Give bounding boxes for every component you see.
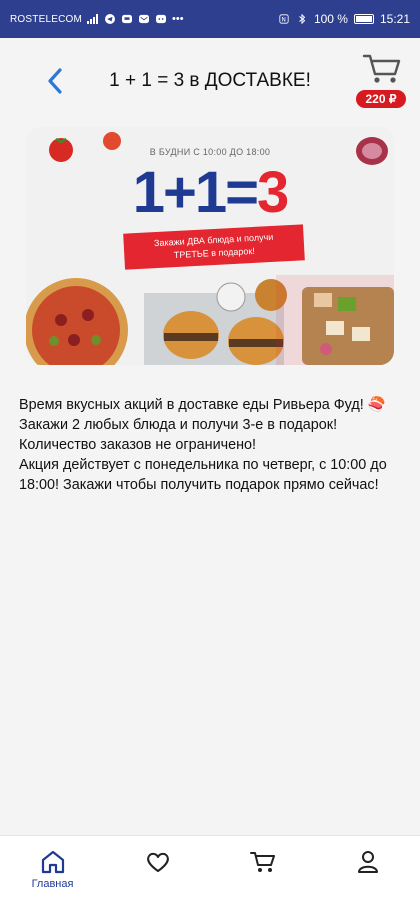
nfc-icon: N bbox=[279, 14, 289, 24]
status-left: ROSTELECOM ••• bbox=[10, 13, 184, 25]
messenger-icon bbox=[122, 14, 133, 24]
promo-banner[interactable]: В БУДНИ С 10:00 ДО 18:00 1+1=3 Закажи ДВ… bbox=[26, 127, 394, 365]
nav-favorites[interactable] bbox=[105, 836, 210, 900]
more-dots-icon: ••• bbox=[172, 13, 184, 25]
nav-home-label: Главная bbox=[31, 878, 74, 890]
cart-icon bbox=[362, 54, 401, 83]
cart-icon bbox=[249, 852, 275, 872]
user-icon bbox=[357, 851, 378, 873]
carrier-name: ROSTELECOM bbox=[10, 13, 83, 25]
bottom-nav: Главная bbox=[0, 835, 420, 900]
banner-headline-right: 3 bbox=[257, 160, 289, 225]
clock: 15:21 bbox=[379, 12, 410, 26]
description-line: Акция действует с понедельника по четвер… bbox=[19, 457, 387, 493]
status-right: N 100 % 15:21 bbox=[278, 12, 410, 26]
nav-cart[interactable] bbox=[210, 836, 315, 900]
description-line: Количество заказов не ограничено! bbox=[19, 437, 257, 453]
food-illustration bbox=[26, 275, 394, 365]
chevron-left-icon bbox=[48, 68, 62, 94]
status-bar: ROSTELECOM ••• N 100 % 15:21 bbox=[0, 0, 420, 38]
header: 1 + 1 = 3 в ДОСТАВКЕ! 220 ₽ bbox=[0, 38, 420, 126]
signal-icon bbox=[87, 14, 99, 24]
banner-headline: 1+1=3 bbox=[26, 163, 394, 223]
mail-icon bbox=[139, 14, 150, 24]
page-title: 1 + 1 = 3 в ДОСТАВКЕ! bbox=[109, 70, 311, 91]
description-line: Время вкусных акций в доставке еды Ривье… bbox=[19, 397, 386, 413]
cart-button[interactable]: 220 ₽ bbox=[356, 52, 406, 112]
description-line: Закажи 2 любых блюда и получи 3-е в пода… bbox=[19, 417, 338, 433]
back-button[interactable] bbox=[40, 66, 70, 96]
telegram-icon bbox=[105, 14, 116, 24]
home-icon bbox=[41, 850, 64, 874]
battery-icon bbox=[353, 14, 374, 24]
bluetooth-icon bbox=[299, 14, 306, 24]
cart-total-badge: 220 ₽ bbox=[356, 90, 406, 108]
heart-icon bbox=[146, 852, 169, 872]
banner-ribbon: Закажи ДВА блюда и получи ТРЕТЬЕ в подар… bbox=[123, 224, 305, 270]
svg-text:N: N bbox=[281, 18, 285, 24]
battery-percent: 100 % bbox=[313, 12, 348, 26]
promo-description: Время вкусных акций в доставке еды Ривье… bbox=[19, 395, 399, 495]
chat-icon bbox=[156, 14, 167, 24]
nav-home[interactable]: Главная bbox=[0, 836, 105, 900]
nav-profile[interactable] bbox=[315, 836, 420, 900]
banner-schedule: В БУДНИ С 10:00 ДО 18:00 bbox=[149, 147, 271, 157]
banner-headline-left: 1+1= bbox=[132, 160, 259, 225]
